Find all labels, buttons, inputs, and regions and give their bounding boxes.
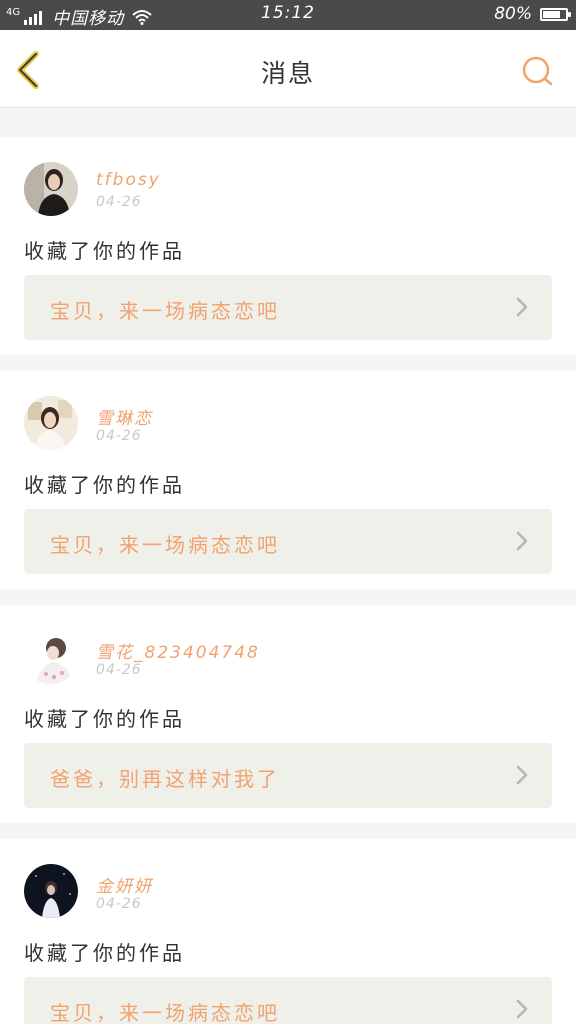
timestamp: 04-26 xyxy=(96,896,142,912)
avatar[interactable] xyxy=(24,396,78,450)
action-text: 收藏了你的作品 xyxy=(24,473,185,497)
battery-level xyxy=(543,10,561,18)
username[interactable]: 雪琳恋 xyxy=(96,404,153,429)
work-title: 宝贝，来一场病态恋吧 xyxy=(50,299,280,323)
action-text: 收藏了你的作品 xyxy=(24,239,185,263)
chevron-right-icon xyxy=(516,999,528,1019)
notification-card: 雪花_823404748 04-26 收藏了你的作品 爸爸，别再这样对我了 xyxy=(0,605,576,823)
notification-card: 金妍妍 04-26 收藏了你的作品 宝贝，来一场病态恋吧 xyxy=(0,839,576,1024)
username[interactable]: 金妍妍 xyxy=(96,872,153,897)
avatar[interactable] xyxy=(24,864,78,918)
notification-card: 雪琳恋 04-26 收藏了你的作品 宝贝，来一场病态恋吧 xyxy=(0,371,576,589)
username[interactable]: tfbosy xyxy=(96,170,161,190)
status-right: 80% xyxy=(494,4,571,24)
work-link[interactable]: 宝贝，来一场病态恋吧 xyxy=(24,509,552,574)
timestamp: 04-26 xyxy=(96,194,142,210)
search-button[interactable] xyxy=(520,54,556,90)
work-link[interactable]: 宝贝，来一场病态恋吧 xyxy=(24,275,552,340)
timestamp: 04-26 xyxy=(96,662,142,678)
header: 消息 xyxy=(0,30,576,108)
chevron-right-icon xyxy=(516,531,528,551)
work-link[interactable]: 宝贝，来一场病态恋吧 xyxy=(24,977,552,1024)
work-link[interactable]: 爸爸，别再这样对我了 xyxy=(24,743,552,808)
battery-percent: 80% xyxy=(494,4,532,24)
clock: 15:12 xyxy=(261,3,315,23)
work-title: 爸爸，别再这样对我了 xyxy=(50,767,280,791)
action-text: 收藏了你的作品 xyxy=(24,941,185,965)
status-bar: 4G 中国移动 15:12 80% xyxy=(0,0,576,30)
timestamp: 04-26 xyxy=(96,428,142,444)
notification-card: tfbosy 04-26 收藏了你的作品 宝贝，来一场病态恋吧 xyxy=(0,137,576,355)
work-title: 宝贝，来一场病态恋吧 xyxy=(50,533,280,557)
screen: 4G 中国移动 15:12 80% 消息 tfbosy 04-26 收藏了你的作… xyxy=(0,0,576,1024)
work-title: 宝贝，来一场病态恋吧 xyxy=(50,1001,280,1024)
username[interactable]: 雪花_823404748 xyxy=(96,638,260,663)
page-title: 消息 xyxy=(260,59,315,88)
notification-list[interactable]: tfbosy 04-26 收藏了你的作品 宝贝，来一场病态恋吧 雪琳恋 04-2… xyxy=(0,108,576,1024)
chevron-right-icon xyxy=(516,297,528,317)
search-icon xyxy=(522,56,553,86)
battery-icon xyxy=(540,7,571,21)
chevron-right-icon xyxy=(516,765,528,785)
avatar[interactable] xyxy=(24,630,78,684)
avatar[interactable] xyxy=(24,162,78,216)
action-text: 收藏了你的作品 xyxy=(24,707,185,731)
